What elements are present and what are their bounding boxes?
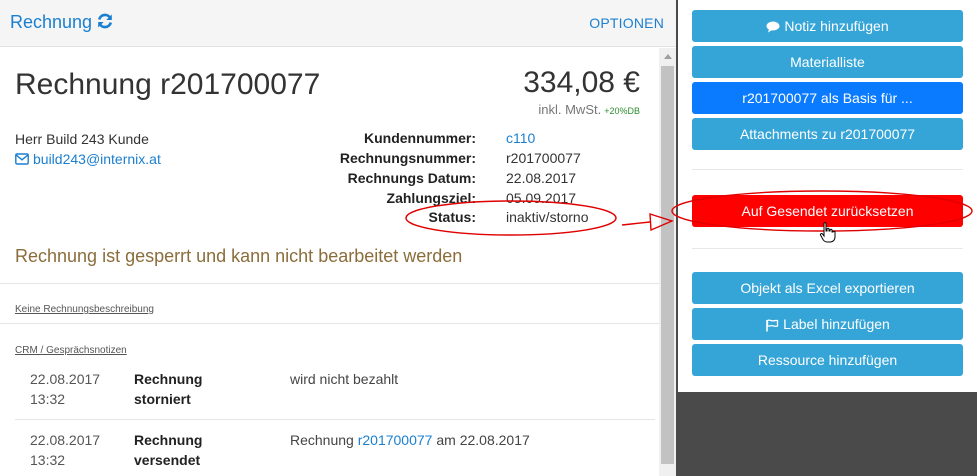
crm-type: Rechnung storniert [134,369,202,409]
options-link[interactable]: OPTIONEN [589,15,664,31]
scrollbar[interactable] [659,48,676,476]
field-rechnungs-datum: Rechnungs Datum: 22.08.2017 [0,170,676,190]
divider [692,169,963,170]
description-link[interactable]: Keine Rechnungsbeschreibung [15,304,154,315]
material-list-label: Materialliste [790,54,865,70]
crm-type-line2: storniert [134,391,191,407]
crm-date: 22.08.2017 13:32 [30,430,100,470]
actions-sidebar: Notiz hinzufügen Materialliste r20170007… [678,0,977,392]
comment-icon [766,21,780,33]
add-resource-label: Ressource hinzufügen [757,352,898,368]
field-label: Rechnungs Datum: [347,170,476,186]
crm-date-time: 13:32 [30,391,66,407]
crm-text: Rechnung r201700077 am 22.08.2017 [290,430,530,450]
crm-text-prefix: Rechnung [290,432,358,448]
invoice-amount: 334,08 € [523,66,640,99]
reset-to-sent-button[interactable]: Auf Gesendet zurücksetzen [692,195,963,227]
panel-title: Rechnung [10,12,93,32]
add-label-label: Label hinzufügen [783,316,890,332]
crm-notes-link[interactable]: CRM / Gesprächsnotizen [15,345,127,356]
reset-to-sent-label: Auf Gesendet zurücksetzen [741,203,914,219]
crm-type-line1: Rechnung [134,371,203,387]
tax-note: inkl. MwSt. +20%DB [538,102,640,117]
crm-text-suffix: am 22.08.2017 [432,432,530,448]
field-value: 05.09.2017 [506,190,577,206]
refresh-icon[interactable] [96,12,114,30]
field-rechnungsnummer: Rechnungsnummer: r201700077 [0,150,676,170]
scroll-thumb[interactable] [661,66,674,464]
crm-type-line1: Rechnung [134,432,203,448]
add-note-button[interactable]: Notiz hinzufügen [692,10,963,42]
divider [692,248,963,249]
field-label: Rechnungsnummer: [339,150,476,166]
db-note: +20%DB [604,106,640,116]
locked-message: Rechnung ist gesperrt und kann nicht bea… [15,246,463,266]
field-label: Kundennummer: [364,130,476,146]
panel-header: Rechnung OPTIONEN [0,0,676,47]
crm-date-time: 13:32 [30,452,66,468]
tax-note-text: inkl. MwSt. [538,102,602,117]
field-value: r201700077 [506,150,581,166]
crm-type: Rechnung versendet [134,430,202,470]
attachments-button[interactable]: Attachments zu r201700077 [692,118,963,150]
divider [15,419,655,420]
divider [0,283,659,284]
add-label-button[interactable]: Label hinzufügen [692,308,963,340]
crm-date-day: 22.08.2017 [30,432,101,448]
crm-text: wird nicht bezahlt [290,371,399,387]
crm-type-line2: versendet [134,452,201,468]
export-excel-label: Objekt als Excel exportieren [740,280,915,296]
field-kundennummer: Kundennummer: c110 [0,130,676,150]
status-value: inaktiv/storno [506,209,589,225]
scroll-up-arrow-icon[interactable] [664,54,672,59]
use-as-basis-label: r201700077 als Basis für ... [742,90,913,106]
use-as-basis-button[interactable]: r201700077 als Basis für ... [692,82,963,114]
field-label: Status: [428,209,476,225]
crm-date-day: 22.08.2017 [30,371,101,387]
add-note-label: Notiz hinzufügen [784,18,889,34]
crm-date: 22.08.2017 13:32 [30,369,100,409]
divider [0,323,659,324]
invoice-panel: Rechnung OPTIONEN Rechnung r201700077 33… [0,0,676,476]
attachments-label: Attachments zu r201700077 [739,126,916,142]
flag-icon [766,319,779,332]
field-zahlungsziel: Zahlungsziel: 05.09.2017 [0,190,676,210]
material-list-button[interactable]: Materialliste [692,46,963,78]
invoice-title: Rechnung r201700077 [15,68,321,101]
field-value: 22.08.2017 [506,170,577,186]
field-status: Status: inaktiv/storno [0,209,676,229]
field-label: Zahlungsziel: [386,190,476,206]
add-resource-button[interactable]: Ressource hinzufügen [692,344,963,376]
export-excel-button[interactable]: Objekt als Excel exportieren [692,272,963,304]
customer-number-link[interactable]: c110 [506,130,535,146]
invoice-link[interactable]: r201700077 [358,432,433,448]
